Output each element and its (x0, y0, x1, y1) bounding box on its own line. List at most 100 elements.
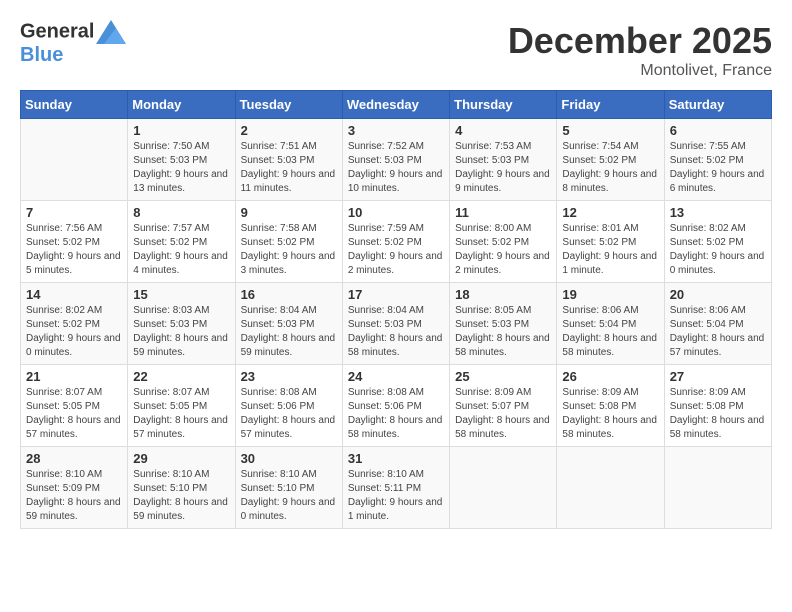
day-number: 1 (133, 123, 229, 138)
calendar-cell: 4 Sunrise: 7:53 AMSunset: 5:03 PMDaylight… (450, 119, 557, 201)
calendar-cell: 22 Sunrise: 8:07 AMSunset: 5:05 PMDayligh… (128, 365, 235, 447)
cell-info: Sunrise: 8:06 AMSunset: 5:04 PMDaylight:… (562, 304, 658, 360)
calendar-cell: 3 Sunrise: 7:52 AMSunset: 5:03 PMDaylight… (342, 119, 449, 201)
calendar-cell: 31 Sunrise: 8:10 AMSunset: 5:11 PMDayligh… (342, 447, 449, 529)
cell-info: Sunrise: 8:04 AMSunset: 5:03 PMDaylight:… (241, 304, 337, 360)
calendar-week-row: 7 Sunrise: 7:56 AMSunset: 5:02 PMDaylight… (21, 201, 772, 283)
cell-info: Sunrise: 8:10 AMSunset: 5:10 PMDaylight:… (133, 468, 229, 524)
cell-info: Sunrise: 8:07 AMSunset: 5:05 PMDaylight:… (133, 386, 229, 442)
day-header-saturday: Saturday (664, 91, 771, 119)
cell-info: Sunrise: 7:50 AMSunset: 5:03 PMDaylight:… (133, 140, 229, 196)
cell-info: Sunrise: 8:05 AMSunset: 5:03 PMDaylight:… (455, 304, 551, 360)
cell-info: Sunrise: 8:10 AMSunset: 5:10 PMDaylight:… (241, 468, 337, 524)
calendar-cell: 18 Sunrise: 8:05 AMSunset: 5:03 PMDayligh… (450, 283, 557, 365)
calendar-cell: 13Sunrise: 8:02 AMSunset: 5:02 PMDayligh… (664, 201, 771, 283)
cell-info: Sunrise: 8:02 AMSunset: 5:02 PMDaylight:… (26, 304, 122, 360)
day-number: 23 (241, 369, 337, 384)
day-number: 12 (562, 205, 658, 220)
calendar-cell: 14 Sunrise: 8:02 AMSunset: 5:02 PMDayligh… (21, 283, 128, 365)
day-header-wednesday: Wednesday (342, 91, 449, 119)
calendar-cell: 23 Sunrise: 8:08 AMSunset: 5:06 PMDayligh… (235, 365, 342, 447)
calendar-week-row: 28 Sunrise: 8:10 AMSunset: 5:09 PMDayligh… (21, 447, 772, 529)
cell-info: Sunrise: 7:52 AMSunset: 5:03 PMDaylight:… (348, 140, 444, 196)
calendar-cell (664, 447, 771, 529)
cell-info: Sunrise: 8:10 AMSunset: 5:11 PMDaylight:… (348, 468, 444, 524)
day-header-sunday: Sunday (21, 91, 128, 119)
logo: General Blue (20, 20, 124, 66)
day-number: 20 (670, 287, 766, 302)
calendar-week-row: 14 Sunrise: 8:02 AMSunset: 5:02 PMDayligh… (21, 283, 772, 365)
day-header-friday: Friday (557, 91, 664, 119)
cell-info: Sunrise: 8:08 AMSunset: 5:06 PMDaylight:… (241, 386, 337, 442)
cell-info: Sunrise: 8:09 AMSunset: 5:08 PMDaylight:… (670, 386, 766, 442)
calendar-cell: 9 Sunrise: 7:58 AMSunset: 5:02 PMDaylight… (235, 201, 342, 283)
day-number: 28 (26, 451, 122, 466)
day-number: 9 (241, 205, 337, 220)
calendar-cell: 25 Sunrise: 8:09 AMSunset: 5:07 PMDayligh… (450, 365, 557, 447)
calendar-cell: 24Sunrise: 8:08 AMSunset: 5:06 PMDayligh… (342, 365, 449, 447)
cell-info: Sunrise: 8:10 AMSunset: 5:09 PMDaylight:… (26, 468, 122, 524)
day-number: 7 (26, 205, 122, 220)
calendar-cell: 28 Sunrise: 8:10 AMSunset: 5:09 PMDayligh… (21, 447, 128, 529)
day-number: 22 (133, 369, 229, 384)
day-number: 24 (348, 369, 444, 384)
cell-info: Sunrise: 7:56 AMSunset: 5:02 PMDaylight:… (26, 222, 122, 278)
cell-info: Sunrise: 7:58 AMSunset: 5:02 PMDaylight:… (241, 222, 337, 278)
calendar-cell: 2 Sunrise: 7:51 AMSunset: 5:03 PMDaylight… (235, 119, 342, 201)
day-number: 5 (562, 123, 658, 138)
calendar-cell: 19Sunrise: 8:06 AMSunset: 5:04 PMDayligh… (557, 283, 664, 365)
cell-info: Sunrise: 7:54 AMSunset: 5:02 PMDaylight:… (562, 140, 658, 196)
day-header-tuesday: Tuesday (235, 91, 342, 119)
calendar-week-row: 21 Sunrise: 8:07 AMSunset: 5:05 PMDayligh… (21, 365, 772, 447)
cell-info: Sunrise: 8:01 AMSunset: 5:02 PMDaylight:… (562, 222, 658, 278)
day-number: 18 (455, 287, 551, 302)
calendar-cell: 7 Sunrise: 7:56 AMSunset: 5:02 PMDaylight… (21, 201, 128, 283)
calendar-cell: 20 Sunrise: 8:06 AMSunset: 5:04 PMDayligh… (664, 283, 771, 365)
day-header-thursday: Thursday (450, 91, 557, 119)
calendar-header-row: SundayMondayTuesdayWednesdayThursdayFrid… (21, 91, 772, 119)
cell-info: Sunrise: 7:57 AMSunset: 5:02 PMDaylight:… (133, 222, 229, 278)
day-number: 10 (348, 205, 444, 220)
calendar-cell: 1 Sunrise: 7:50 AMSunset: 5:03 PMDaylight… (128, 119, 235, 201)
day-number: 3 (348, 123, 444, 138)
cell-info: Sunrise: 8:06 AMSunset: 5:04 PMDaylight:… (670, 304, 766, 360)
day-number: 16 (241, 287, 337, 302)
day-number: 2 (241, 123, 337, 138)
day-number: 13 (670, 205, 766, 220)
day-header-monday: Monday (128, 91, 235, 119)
day-number: 25 (455, 369, 551, 384)
calendar-cell: 30 Sunrise: 8:10 AMSunset: 5:10 PMDayligh… (235, 447, 342, 529)
calendar-cell: 26 Sunrise: 8:09 AMSunset: 5:08 PMDayligh… (557, 365, 664, 447)
day-number: 27 (670, 369, 766, 384)
month-title: December 2025 (508, 20, 772, 62)
cell-info: Sunrise: 8:09 AMSunset: 5:07 PMDaylight:… (455, 386, 551, 442)
calendar-cell: 10 Sunrise: 7:59 AMSunset: 5:02 PMDayligh… (342, 201, 449, 283)
day-number: 29 (133, 451, 229, 466)
cell-info: Sunrise: 7:59 AMSunset: 5:02 PMDaylight:… (348, 222, 444, 278)
calendar-cell: 12 Sunrise: 8:01 AMSunset: 5:02 PMDayligh… (557, 201, 664, 283)
calendar-cell: 15 Sunrise: 8:03 AMSunset: 5:03 PMDayligh… (128, 283, 235, 365)
day-number: 21 (26, 369, 122, 384)
day-number: 15 (133, 287, 229, 302)
calendar-cell (557, 447, 664, 529)
day-number: 17 (348, 287, 444, 302)
calendar-table: SundayMondayTuesdayWednesdayThursdayFrid… (20, 90, 772, 529)
cell-info: Sunrise: 8:03 AMSunset: 5:03 PMDaylight:… (133, 304, 229, 360)
page-header: General Blue December 2025 Montolivet, F… (20, 20, 772, 80)
calendar-cell: 6Sunrise: 7:55 AMSunset: 5:02 PMDaylight… (664, 119, 771, 201)
calendar-cell: 5 Sunrise: 7:54 AMSunset: 5:02 PMDaylight… (557, 119, 664, 201)
cell-info: Sunrise: 8:07 AMSunset: 5:05 PMDaylight:… (26, 386, 122, 442)
day-number: 26 (562, 369, 658, 384)
title-block: December 2025 Montolivet, France (508, 20, 772, 80)
day-number: 30 (241, 451, 337, 466)
cell-info: Sunrise: 7:51 AMSunset: 5:03 PMDaylight:… (241, 140, 337, 196)
cell-info: Sunrise: 7:53 AMSunset: 5:03 PMDaylight:… (455, 140, 551, 196)
day-number: 4 (455, 123, 551, 138)
calendar-cell: 17Sunrise: 8:04 AMSunset: 5:03 PMDayligh… (342, 283, 449, 365)
cell-info: Sunrise: 8:09 AMSunset: 5:08 PMDaylight:… (562, 386, 658, 442)
calendar-cell: 27 Sunrise: 8:09 AMSunset: 5:08 PMDayligh… (664, 365, 771, 447)
day-number: 31 (348, 451, 444, 466)
calendar-cell (450, 447, 557, 529)
location: Montolivet, France (508, 62, 772, 80)
day-number: 14 (26, 287, 122, 302)
